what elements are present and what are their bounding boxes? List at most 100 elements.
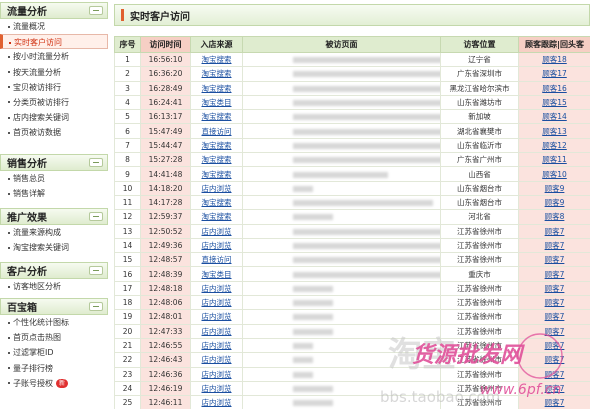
collapse-icon[interactable] [89,158,103,167]
sidebar-item[interactable]: 过滤掌柜ID [0,345,108,360]
customer-link[interactable]: 顾客9 [545,184,565,193]
source-link[interactable]: 店内浏览 [190,323,243,339]
customer-link[interactable]: 顾客14 [542,112,567,121]
sidebar-item[interactable]: 销售总员 [0,171,108,186]
customer-link[interactable]: 顾客7 [545,270,565,279]
page-cell-blurred[interactable] [242,137,441,154]
page-cell-blurred[interactable] [242,280,441,297]
customer-link[interactable]: 顾客13 [542,127,567,136]
source-link[interactable]: 店内浏览 [190,223,243,239]
sidebar-item[interactable]: 子账号授权新 [0,376,108,391]
sidebar-item[interactable]: 店内搜索关键词 [0,110,108,125]
customer-link[interactable]: 顾客9 [545,198,565,207]
page-cell-blurred[interactable] [242,51,441,68]
source-link[interactable]: 淘宝搜索 [190,137,243,154]
collapse-icon[interactable] [89,266,103,275]
customer-link[interactable]: 顾客7 [545,227,565,236]
customer-link[interactable]: 顾客7 [545,255,565,264]
customer-link[interactable]: 顾客7 [545,398,565,407]
sidebar-section-header[interactable]: 客户分析 [0,262,108,279]
sidebar-item[interactable]: 个性化统计图标 [0,315,108,330]
page-cell-blurred[interactable] [242,66,441,82]
customer-link[interactable]: 顾客15 [542,98,567,107]
sidebar-item[interactable]: 流量概况 [0,19,108,34]
source-link[interactable]: 淘宝搜索 [190,166,243,182]
customer-link[interactable]: 顾客7 [545,284,565,293]
source-link[interactable]: 店内浏览 [190,295,243,311]
page-cell-blurred[interactable] [242,266,441,282]
sidebar-item[interactable]: 按小时流量分析 [0,49,108,64]
page-cell-blurred[interactable] [242,337,441,354]
sidebar-item[interactable]: 销售详解 [0,186,108,201]
customer-link[interactable]: 顾客7 [545,327,565,336]
customer-link[interactable]: 顾客7 [545,312,565,321]
page-cell-blurred[interactable] [242,223,441,239]
source-link[interactable]: 店内浏览 [190,337,243,354]
page-cell-blurred[interactable] [242,194,441,211]
source-link[interactable]: 淘宝类目 [190,94,243,111]
source-link[interactable]: 直接访问 [190,252,243,268]
sidebar-section-header[interactable]: 百宝箱 [0,298,108,315]
customer-link[interactable]: 顾客7 [545,384,565,393]
source-link[interactable]: 店内浏览 [190,352,243,368]
page-cell-blurred[interactable] [242,209,441,225]
customer-link[interactable]: 顾客11 [542,155,567,164]
source-link[interactable]: 淘宝搜索 [190,194,243,211]
page-cell-blurred[interactable] [242,94,441,111]
page-cell-blurred[interactable] [242,80,441,96]
source-link[interactable]: 店内浏览 [190,237,243,254]
source-link[interactable]: 店内浏览 [190,380,243,397]
source-link[interactable]: 淘宝搜索 [190,66,243,82]
page-cell-blurred[interactable] [242,252,441,268]
source-link[interactable]: 店内浏览 [190,280,243,297]
customer-link[interactable]: 顾客10 [542,170,567,179]
page-cell-blurred[interactable] [242,352,441,368]
sidebar-item[interactable]: 流量来源构成 [0,225,108,240]
collapse-icon[interactable] [89,6,103,15]
sidebar-item[interactable]: 实时客户访问 [0,34,108,50]
sidebar-item[interactable]: 首页被访数据 [0,125,108,140]
customer-link[interactable]: 顾客18 [542,55,567,64]
page-cell-blurred[interactable] [242,180,441,196]
page-cell-blurred[interactable] [242,109,441,125]
source-link[interactable]: 直接访问 [190,123,243,139]
page-cell-blurred[interactable] [242,123,441,139]
sidebar-item[interactable]: 量子排行榜 [0,361,108,376]
sidebar-section-header[interactable]: 流量分析 [0,2,108,19]
source-link[interactable]: 店内浏览 [190,395,243,409]
source-link[interactable]: 淘宝搜索 [190,109,243,125]
customer-link[interactable]: 顾客7 [545,355,565,364]
page-cell-blurred[interactable] [242,166,441,182]
customer-link[interactable]: 顾客7 [545,241,565,250]
source-link[interactable]: 淘宝类目 [190,266,243,282]
customer-link[interactable]: 顾客16 [542,84,567,93]
page-cell-blurred[interactable] [242,366,441,382]
page-cell-blurred[interactable] [242,380,441,397]
source-link[interactable]: 淘宝搜索 [190,51,243,68]
collapse-icon[interactable] [89,212,103,221]
page-cell-blurred[interactable] [242,395,441,409]
page-cell-blurred[interactable] [242,237,441,254]
customer-link[interactable]: 顾客7 [545,298,565,307]
sidebar-item[interactable]: 分类页被访排行 [0,95,108,110]
source-link[interactable]: 店内浏览 [190,309,243,325]
customer-link[interactable]: 顾客17 [542,69,567,78]
collapse-icon[interactable] [89,302,103,311]
page-cell-blurred[interactable] [242,323,441,339]
page-cell-blurred[interactable] [242,295,441,311]
customer-link[interactable]: 顾客12 [542,141,567,150]
source-link[interactable]: 淘宝搜索 [190,209,243,225]
sidebar-item[interactable]: 淘宝搜索关键词 [0,240,108,255]
page-cell-blurred[interactable] [242,309,441,325]
sidebar-item[interactable]: 访客地区分析 [0,279,108,294]
source-link[interactable]: 店内浏览 [190,366,243,382]
sidebar-item[interactable]: 首页点击热图 [0,330,108,345]
page-cell-blurred[interactable] [242,152,441,168]
customer-link[interactable]: 顾客8 [545,212,565,221]
customer-link[interactable]: 顾客7 [545,370,565,379]
source-link[interactable]: 淘宝搜索 [190,80,243,96]
sidebar-item[interactable]: 宝贝被访排行 [0,80,108,95]
sidebar-item[interactable]: 按天流量分析 [0,65,108,80]
sidebar-section-header[interactable]: 推广效果 [0,208,108,225]
source-link[interactable]: 店内浏览 [190,180,243,196]
